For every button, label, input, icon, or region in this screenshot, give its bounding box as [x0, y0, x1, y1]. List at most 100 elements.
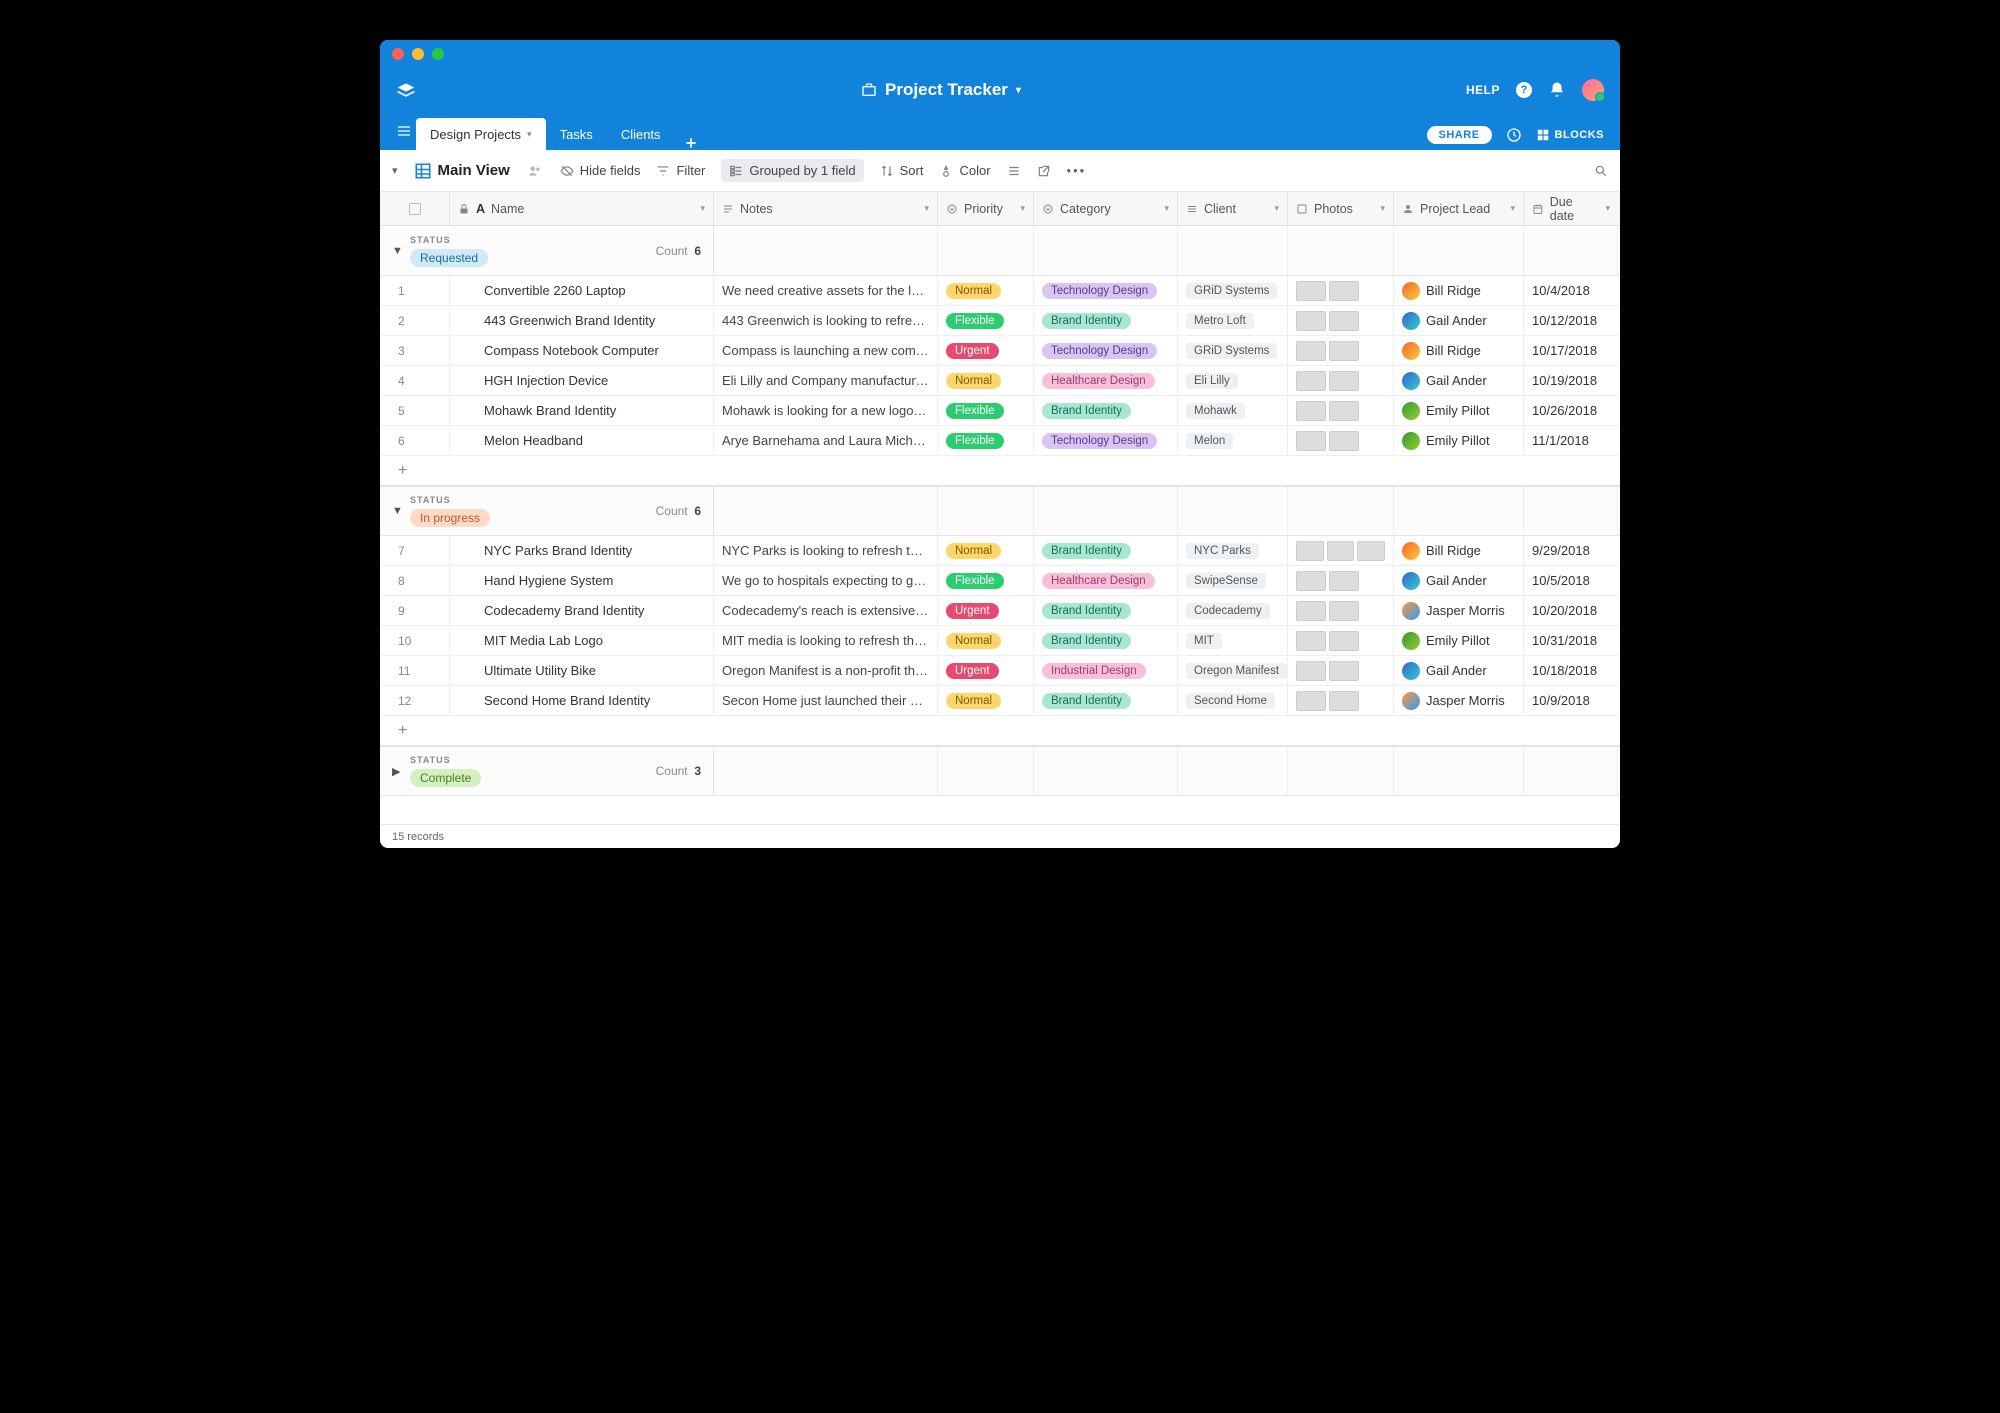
cell-due-date[interactable]: 10/17/2018 [1524, 336, 1618, 365]
cell-client[interactable]: Codecademy [1178, 596, 1288, 625]
cell-photos[interactable] [1288, 276, 1394, 305]
cell-notes[interactable]: MIT media is looking to refresh thei… [714, 626, 938, 655]
cell-project-lead[interactable]: Gail Ander [1394, 306, 1524, 335]
cell-client[interactable]: GRiD Systems [1178, 336, 1288, 365]
photo-thumbnail[interactable] [1329, 571, 1359, 591]
cell-priority[interactable]: Normal [938, 686, 1034, 715]
cell-due-date[interactable]: 10/19/2018 [1524, 366, 1618, 395]
cell-priority[interactable]: Urgent [938, 336, 1034, 365]
header-select-all[interactable] [380, 192, 450, 225]
cell-project-lead[interactable]: Gail Ander [1394, 566, 1524, 595]
cell-notes[interactable]: Compass is launching a new compu… [714, 336, 938, 365]
group-button[interactable]: Grouped by 1 field [721, 159, 863, 182]
share-view-icon[interactable] [1037, 164, 1051, 178]
filter-button[interactable]: Filter [656, 163, 705, 178]
cell-client[interactable]: Second Home [1178, 686, 1288, 715]
photo-thumbnail[interactable] [1357, 541, 1385, 561]
table-row[interactable]: 5Mohawk Brand IdentityMohawk is looking … [380, 396, 1620, 426]
add-row-button[interactable]: + [380, 716, 1620, 746]
cell-photos[interactable] [1288, 656, 1394, 685]
hide-fields-button[interactable]: Hide fields [560, 163, 641, 178]
tab-tasks[interactable]: Tasks [546, 118, 607, 150]
header-due-date[interactable]: Due date▾ [1524, 192, 1618, 225]
cell-name[interactable]: Compass Notebook Computer [450, 336, 714, 365]
table-row[interactable]: 12Second Home Brand IdentitySecon Home j… [380, 686, 1620, 716]
photo-thumbnail[interactable] [1329, 311, 1359, 331]
cell-photos[interactable] [1288, 336, 1394, 365]
cell-client[interactable]: Melon [1178, 426, 1288, 455]
cell-notes[interactable]: We need creative assets for the lau… [714, 276, 938, 305]
notifications-icon[interactable] [1548, 81, 1566, 99]
cell-notes[interactable]: Secon Home just launched their ne… [714, 686, 938, 715]
add-table-button[interactable] [675, 136, 707, 150]
cell-project-lead[interactable]: Gail Ander [1394, 366, 1524, 395]
cell-notes[interactable]: NYC Parks is looking to refresh thei… [714, 536, 938, 565]
table-row[interactable]: 7NYC Parks Brand IdentityNYC Parks is lo… [380, 536, 1620, 566]
photo-thumbnail[interactable] [1329, 661, 1359, 681]
cell-category[interactable]: Healthcare Design [1034, 366, 1178, 395]
photo-thumbnail[interactable] [1296, 571, 1326, 591]
window-zoom-icon[interactable] [432, 48, 444, 60]
table-row[interactable]: 3Compass Notebook ComputerCompass is lau… [380, 336, 1620, 366]
header-photos[interactable]: Photos▾ [1288, 192, 1394, 225]
photo-thumbnail[interactable] [1296, 601, 1326, 621]
cell-client[interactable]: SwipeSense [1178, 566, 1288, 595]
cell-project-lead[interactable]: Gail Ander [1394, 656, 1524, 685]
cell-name[interactable]: Melon Headband [450, 426, 714, 455]
table-row[interactable]: 10MIT Media Lab LogoMIT media is looking… [380, 626, 1620, 656]
cell-project-lead[interactable]: Emily Pillot [1394, 426, 1524, 455]
color-button[interactable]: Color [939, 163, 990, 178]
sort-button[interactable]: Sort [880, 163, 924, 178]
cell-due-date[interactable]: 10/9/2018 [1524, 686, 1618, 715]
photo-thumbnail[interactable] [1296, 371, 1326, 391]
cell-category[interactable]: Technology Design [1034, 426, 1178, 455]
photo-thumbnail[interactable] [1296, 431, 1326, 451]
row-height-icon[interactable] [1007, 164, 1021, 178]
cell-photos[interactable] [1288, 426, 1394, 455]
photo-thumbnail[interactable] [1327, 541, 1355, 561]
group-header[interactable]: ▶STATUSCompleteCount 3 [380, 746, 1620, 796]
cell-name[interactable]: Ultimate Utility Bike [450, 656, 714, 685]
cell-client[interactable]: Oregon Manifest [1178, 656, 1288, 685]
cell-due-date[interactable]: 10/26/2018 [1524, 396, 1618, 425]
cell-due-date[interactable]: 11/1/2018 [1524, 426, 1618, 455]
cell-priority[interactable]: Flexible [938, 396, 1034, 425]
cell-photos[interactable] [1288, 686, 1394, 715]
cell-priority[interactable]: Flexible [938, 566, 1034, 595]
cell-due-date[interactable]: 10/4/2018 [1524, 276, 1618, 305]
cell-category[interactable]: Brand Identity [1034, 536, 1178, 565]
tab-design-projects[interactable]: Design Projects ▾ [416, 118, 546, 150]
cell-notes[interactable]: Mohawk is looking for a new logo th… [714, 396, 938, 425]
header-priority[interactable]: Priority▾ [938, 192, 1034, 225]
cell-project-lead[interactable]: Bill Ridge [1394, 336, 1524, 365]
help-button[interactable]: HELP [1466, 83, 1500, 97]
cell-project-lead[interactable]: Bill Ridge [1394, 276, 1524, 305]
cell-name[interactable]: 443 Greenwich Brand Identity [450, 306, 714, 335]
cell-category[interactable]: Brand Identity [1034, 306, 1178, 335]
cell-name[interactable]: Codecademy Brand Identity [450, 596, 714, 625]
cell-category[interactable]: Brand Identity [1034, 626, 1178, 655]
photo-thumbnail[interactable] [1329, 401, 1359, 421]
cell-due-date[interactable]: 10/5/2018 [1524, 566, 1618, 595]
user-avatar[interactable] [1582, 79, 1604, 101]
photo-thumbnail[interactable] [1296, 311, 1326, 331]
help-icon[interactable]: ? [1516, 82, 1532, 98]
cell-client[interactable]: GRiD Systems [1178, 276, 1288, 305]
cell-name[interactable]: NYC Parks Brand Identity [450, 536, 714, 565]
history-icon[interactable] [1506, 127, 1522, 143]
cell-photos[interactable] [1288, 366, 1394, 395]
cell-notes[interactable]: 443 Greenwich is looking to refresh… [714, 306, 938, 335]
cell-project-lead[interactable]: Emily Pillot [1394, 626, 1524, 655]
photo-thumbnail[interactable] [1329, 371, 1359, 391]
cell-category[interactable]: Industrial Design [1034, 656, 1178, 685]
share-button[interactable]: SHARE [1427, 126, 1492, 144]
photo-thumbnail[interactable] [1296, 661, 1326, 681]
cell-priority[interactable]: Normal [938, 366, 1034, 395]
header-name[interactable]: A Name▾ [450, 192, 714, 225]
cell-priority[interactable]: Flexible [938, 306, 1034, 335]
cell-photos[interactable] [1288, 306, 1394, 335]
group-toggle-icon[interactable]: ▼ [392, 505, 410, 517]
photo-thumbnail[interactable] [1329, 281, 1359, 301]
photo-thumbnail[interactable] [1296, 341, 1326, 361]
cell-client[interactable]: MIT [1178, 626, 1288, 655]
